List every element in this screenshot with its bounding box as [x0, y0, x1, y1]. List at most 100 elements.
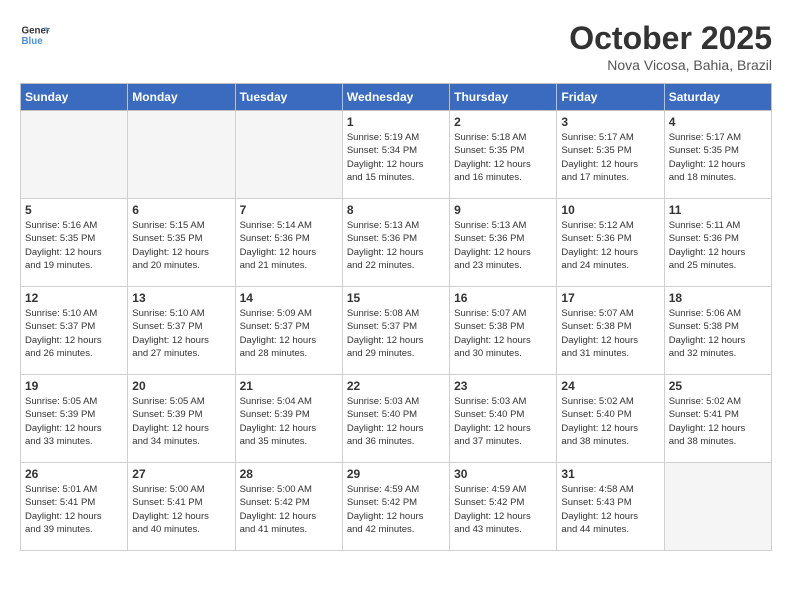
day-info: Sunrise: 5:15 AM Sunset: 5:35 PM Dayligh… [132, 219, 230, 272]
day-number: 27 [132, 467, 230, 481]
calendar-header: SundayMondayTuesdayWednesdayThursdayFrid… [21, 84, 772, 111]
calendar-cell [664, 463, 771, 551]
day-info: Sunrise: 5:12 AM Sunset: 5:36 PM Dayligh… [561, 219, 659, 272]
day-info: Sunrise: 5:05 AM Sunset: 5:39 PM Dayligh… [132, 395, 230, 448]
day-info: Sunrise: 5:08 AM Sunset: 5:37 PM Dayligh… [347, 307, 445, 360]
header-row: SundayMondayTuesdayWednesdayThursdayFrid… [21, 84, 772, 111]
day-number: 14 [240, 291, 338, 305]
day-info: Sunrise: 5:07 AM Sunset: 5:38 PM Dayligh… [454, 307, 552, 360]
header-day-saturday: Saturday [664, 84, 771, 111]
calendar-cell: 19 Sunrise: 5:05 AM Sunset: 5:39 PM Dayli… [21, 375, 128, 463]
day-number: 11 [669, 203, 767, 217]
day-number: 4 [669, 115, 767, 129]
day-info: Sunrise: 5:01 AM Sunset: 5:41 PM Dayligh… [25, 483, 123, 536]
day-number: 22 [347, 379, 445, 393]
week-row-2: 12 Sunrise: 5:10 AM Sunset: 5:37 PM Dayli… [21, 287, 772, 375]
calendar-cell [235, 111, 342, 199]
day-info: Sunrise: 5:18 AM Sunset: 5:35 PM Dayligh… [454, 131, 552, 184]
day-number: 26 [25, 467, 123, 481]
day-info: Sunrise: 5:02 AM Sunset: 5:41 PM Dayligh… [669, 395, 767, 448]
calendar-cell: 10 Sunrise: 5:12 AM Sunset: 5:36 PM Dayli… [557, 199, 664, 287]
day-info: Sunrise: 5:19 AM Sunset: 5:34 PM Dayligh… [347, 131, 445, 184]
calendar-body: 1 Sunrise: 5:19 AM Sunset: 5:34 PM Daylig… [21, 111, 772, 551]
day-number: 9 [454, 203, 552, 217]
day-number: 1 [347, 115, 445, 129]
calendar-cell: 25Sunrise: 5:02 AM Sunset: 5:41 PM Dayli… [664, 375, 771, 463]
day-info: Sunrise: 5:17 AM Sunset: 5:35 PM Dayligh… [669, 131, 767, 184]
header-day-monday: Monday [128, 84, 235, 111]
day-number: 19 [25, 379, 123, 393]
calendar-cell [128, 111, 235, 199]
day-number: 21 [240, 379, 338, 393]
day-info: Sunrise: 4:58 AM Sunset: 5:43 PM Dayligh… [561, 483, 659, 536]
header-day-sunday: Sunday [21, 84, 128, 111]
day-info: Sunrise: 5:13 AM Sunset: 5:36 PM Dayligh… [454, 219, 552, 272]
header-day-friday: Friday [557, 84, 664, 111]
day-info: Sunrise: 5:16 AM Sunset: 5:35 PM Dayligh… [25, 219, 123, 272]
day-info: Sunrise: 5:03 AM Sunset: 5:40 PM Dayligh… [347, 395, 445, 448]
day-number: 30 [454, 467, 552, 481]
calendar-cell: 21 Sunrise: 5:04 AM Sunset: 5:39 PM Dayli… [235, 375, 342, 463]
day-info: Sunrise: 5:02 AM Sunset: 5:40 PM Dayligh… [561, 395, 659, 448]
week-row-3: 19 Sunrise: 5:05 AM Sunset: 5:39 PM Dayli… [21, 375, 772, 463]
day-info: Sunrise: 4:59 AM Sunset: 5:42 PM Dayligh… [347, 483, 445, 536]
svg-text:Blue: Blue [22, 36, 44, 47]
calendar-cell: 17 Sunrise: 5:07 AM Sunset: 5:38 PM Dayli… [557, 287, 664, 375]
day-number: 5 [25, 203, 123, 217]
calendar-cell: 24 Sunrise: 5:02 AM Sunset: 5:40 PM Dayli… [557, 375, 664, 463]
day-number: 13 [132, 291, 230, 305]
calendar-cell: 23 Sunrise: 5:03 AM Sunset: 5:40 PM Dayli… [450, 375, 557, 463]
day-number: 23 [454, 379, 552, 393]
calendar-cell: 5 Sunrise: 5:16 AM Sunset: 5:35 PM Daylig… [21, 199, 128, 287]
calendar-cell: 28 Sunrise: 5:00 AM Sunset: 5:42 PM Dayli… [235, 463, 342, 551]
calendar-cell: 11Sunrise: 5:11 AM Sunset: 5:36 PM Dayli… [664, 199, 771, 287]
calendar-cell: 26 Sunrise: 5:01 AM Sunset: 5:41 PM Dayli… [21, 463, 128, 551]
day-number: 20 [132, 379, 230, 393]
day-info: Sunrise: 5:13 AM Sunset: 5:36 PM Dayligh… [347, 219, 445, 272]
calendar-cell: 15 Sunrise: 5:08 AM Sunset: 5:37 PM Dayli… [342, 287, 449, 375]
day-number: 17 [561, 291, 659, 305]
day-number: 3 [561, 115, 659, 129]
title-block: October 2025 Nova Vicosa, Bahia, Brazil [569, 20, 772, 73]
calendar-cell: 27Sunrise: 5:00 AM Sunset: 5:41 PM Dayli… [128, 463, 235, 551]
calendar-cell: 9 Sunrise: 5:13 AM Sunset: 5:36 PM Daylig… [450, 199, 557, 287]
calendar-cell: 20 Sunrise: 5:05 AM Sunset: 5:39 PM Dayli… [128, 375, 235, 463]
day-number: 10 [561, 203, 659, 217]
day-number: 6 [132, 203, 230, 217]
logo: General Blue [20, 20, 50, 50]
calendar-title: October 2025 [569, 20, 772, 57]
day-info: Sunrise: 5:06 AM Sunset: 5:38 PM Dayligh… [669, 307, 767, 360]
day-number: 15 [347, 291, 445, 305]
day-info: Sunrise: 5:00 AM Sunset: 5:42 PM Dayligh… [240, 483, 338, 536]
day-number: 24 [561, 379, 659, 393]
week-row-0: 1 Sunrise: 5:19 AM Sunset: 5:34 PM Daylig… [21, 111, 772, 199]
day-number: 29 [347, 467, 445, 481]
week-row-1: 5 Sunrise: 5:16 AM Sunset: 5:35 PM Daylig… [21, 199, 772, 287]
day-info: Sunrise: 5:10 AM Sunset: 5:37 PM Dayligh… [25, 307, 123, 360]
calendar-cell: 6 Sunrise: 5:15 AM Sunset: 5:35 PM Daylig… [128, 199, 235, 287]
calendar-cell [21, 111, 128, 199]
day-info: Sunrise: 5:05 AM Sunset: 5:39 PM Dayligh… [25, 395, 123, 448]
calendar-cell: 1 Sunrise: 5:19 AM Sunset: 5:34 PM Daylig… [342, 111, 449, 199]
week-row-4: 26 Sunrise: 5:01 AM Sunset: 5:41 PM Dayli… [21, 463, 772, 551]
calendar-cell: 29 Sunrise: 4:59 AM Sunset: 5:42 PM Dayli… [342, 463, 449, 551]
day-info: Sunrise: 5:14 AM Sunset: 5:36 PM Dayligh… [240, 219, 338, 272]
day-info: Sunrise: 5:07 AM Sunset: 5:38 PM Dayligh… [561, 307, 659, 360]
calendar-cell: 13 Sunrise: 5:10 AM Sunset: 5:37 PM Dayli… [128, 287, 235, 375]
calendar-subtitle: Nova Vicosa, Bahia, Brazil [569, 57, 772, 73]
calendar-cell: 7 Sunrise: 5:14 AM Sunset: 5:36 PM Daylig… [235, 199, 342, 287]
calendar-cell: 14Sunrise: 5:09 AM Sunset: 5:37 PM Dayli… [235, 287, 342, 375]
day-number: 28 [240, 467, 338, 481]
calendar-table: SundayMondayTuesdayWednesdayThursdayFrid… [20, 83, 772, 551]
day-info: Sunrise: 5:04 AM Sunset: 5:39 PM Dayligh… [240, 395, 338, 448]
day-info: Sunrise: 5:10 AM Sunset: 5:37 PM Dayligh… [132, 307, 230, 360]
day-number: 12 [25, 291, 123, 305]
day-number: 31 [561, 467, 659, 481]
calendar-cell: 12 Sunrise: 5:10 AM Sunset: 5:37 PM Dayli… [21, 287, 128, 375]
header-day-tuesday: Tuesday [235, 84, 342, 111]
calendar-cell: 3 Sunrise: 5:17 AM Sunset: 5:35 PM Daylig… [557, 111, 664, 199]
svg-text:General: General [22, 26, 51, 37]
day-number: 7 [240, 203, 338, 217]
day-info: Sunrise: 5:03 AM Sunset: 5:40 PM Dayligh… [454, 395, 552, 448]
day-info: Sunrise: 5:17 AM Sunset: 5:35 PM Dayligh… [561, 131, 659, 184]
